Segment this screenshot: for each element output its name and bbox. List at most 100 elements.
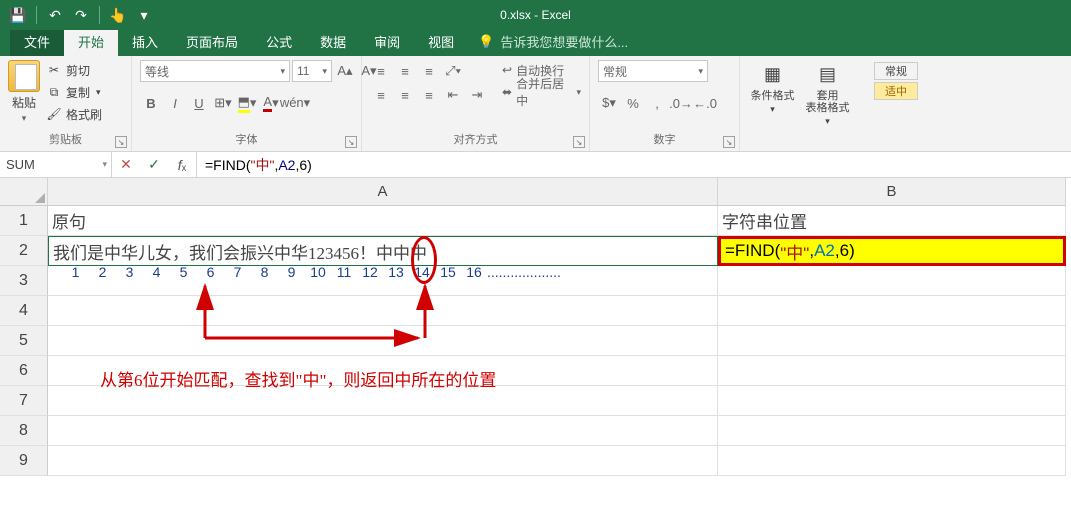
cell-A3[interactable]	[48, 266, 718, 296]
align-top-icon[interactable]: ≡	[370, 60, 392, 82]
cell-A2[interactable]: 我们是中华儿女，我们会振兴中华123456！中中中	[48, 236, 718, 266]
cell-style-neutral[interactable]: 适中	[874, 82, 918, 100]
underline-button[interactable]: U	[188, 92, 210, 114]
tab-insert[interactable]: 插入	[118, 27, 172, 56]
copy-button[interactable]: ⧉复制▾	[46, 82, 102, 102]
cell-B2[interactable]: =FIND("中",A2,6)	[718, 236, 1066, 266]
cut-button[interactable]: ✂剪切	[46, 60, 102, 80]
enter-formula-icon[interactable]: ✓	[140, 156, 168, 173]
alignment-launcher-icon[interactable]: ↘	[573, 136, 585, 148]
ribbon: 粘贴 ▾ ✂剪切 ⧉复制▾ 🖌格式刷 剪贴板 ↘ 等线▾ 11▾ A▴ A▾ B…	[0, 56, 1071, 152]
font-color-button[interactable]: A▾	[260, 92, 282, 114]
indent-increase-icon[interactable]: ⇥	[466, 84, 488, 106]
paste-label: 粘贴	[12, 94, 36, 111]
row-header-7[interactable]: 7	[0, 386, 48, 416]
format-painter-button[interactable]: 🖌格式刷	[46, 104, 102, 124]
table-format-icon: ▤	[814, 60, 842, 88]
font-name-combo[interactable]: 等线▾	[140, 60, 290, 82]
tab-review[interactable]: 审阅	[360, 27, 414, 56]
cut-label: 剪切	[66, 62, 90, 79]
tell-me-box[interactable]: 💡 告诉我您想要做什么...	[468, 27, 638, 56]
tab-view[interactable]: 视图	[414, 27, 468, 56]
row-header-1[interactable]: 1	[0, 206, 48, 236]
increase-decimal-icon[interactable]: .0→	[670, 92, 692, 114]
cell-B8[interactable]	[718, 416, 1066, 446]
tab-page-layout[interactable]: 页面布局	[172, 27, 252, 56]
orientation-icon[interactable]: ⤢▾	[442, 60, 464, 82]
wrap-icon: ↩	[502, 63, 512, 77]
select-all-corner[interactable]	[0, 178, 48, 206]
name-box[interactable]: SUM ▾	[0, 152, 112, 177]
cell-A4[interactable]	[48, 296, 718, 326]
conditional-format-icon: ▦	[759, 60, 787, 88]
tab-data[interactable]: 数据	[306, 27, 360, 56]
merge-center-button[interactable]: ⬌合并后居中▾	[502, 82, 581, 102]
cancel-formula-icon[interactable]: ✕	[112, 156, 140, 173]
phonetic-button[interactable]: wén▾	[284, 92, 306, 114]
cell-B6[interactable]	[718, 356, 1066, 386]
fill-color-button[interactable]: ⬒▾	[236, 92, 258, 114]
comma-format-icon[interactable]: ,	[646, 92, 668, 114]
row-header-6[interactable]: 6	[0, 356, 48, 386]
border-button[interactable]: ⊞▾	[212, 92, 234, 114]
clipboard-launcher-icon[interactable]: ↘	[115, 136, 127, 148]
row-header-4[interactable]: 4	[0, 296, 48, 326]
tab-formulas[interactable]: 公式	[252, 27, 306, 56]
font-launcher-icon[interactable]: ↘	[345, 136, 357, 148]
italic-button[interactable]: I	[164, 92, 186, 114]
align-right-icon[interactable]: ≡	[418, 84, 440, 106]
col-header-A[interactable]: A	[48, 178, 718, 206]
number-format-combo[interactable]: 常规▾	[598, 60, 708, 82]
format-as-table-button[interactable]: ▤ 套用 表格格式 ▾	[803, 60, 852, 127]
cell-B9[interactable]	[718, 446, 1066, 476]
cell-A1[interactable]: 原句	[48, 206, 718, 236]
touch-mode-icon[interactable]: 👆	[106, 3, 130, 27]
cell-style-normal[interactable]: 常规	[874, 62, 918, 80]
col-header-B[interactable]: B	[718, 178, 1066, 206]
redo-icon[interactable]: ↷	[69, 3, 93, 27]
cell-A6[interactable]	[48, 356, 718, 386]
conditional-format-button[interactable]: ▦ 条件格式 ▾	[748, 60, 797, 115]
font-size-combo[interactable]: 11▾	[292, 60, 332, 82]
align-middle-icon[interactable]: ≡	[394, 60, 416, 82]
undo-icon[interactable]: ↶	[43, 3, 67, 27]
save-icon[interactable]: 💾	[6, 3, 30, 27]
cell-B4[interactable]	[718, 296, 1066, 326]
number-launcher-icon[interactable]: ↘	[723, 136, 735, 148]
tab-file[interactable]: 文件	[10, 27, 64, 56]
brush-icon: 🖌	[46, 106, 62, 122]
cell-A5[interactable]	[48, 326, 718, 356]
tab-home[interactable]: 开始	[64, 27, 118, 56]
insert-function-icon[interactable]: fₓ	[168, 157, 196, 173]
name-box-value: SUM	[6, 157, 35, 172]
indent-decrease-icon[interactable]: ⇤	[442, 84, 464, 106]
increase-font-icon[interactable]: A▴	[334, 60, 356, 82]
align-bottom-icon[interactable]: ≡	[418, 60, 440, 82]
decrease-decimal-icon[interactable]: ←.0	[694, 92, 716, 114]
align-left-icon[interactable]: ≡	[370, 84, 392, 106]
cell-B1[interactable]: 字符串位置	[718, 206, 1066, 236]
cell-B3[interactable]	[718, 266, 1066, 296]
cell-B7[interactable]	[718, 386, 1066, 416]
row-header-5[interactable]: 5	[0, 326, 48, 356]
percent-format-icon[interactable]: %	[622, 92, 644, 114]
cell-A9[interactable]	[48, 446, 718, 476]
cell-A8[interactable]	[48, 416, 718, 446]
f-ref: A2	[278, 157, 295, 173]
qat-dropdown-icon[interactable]: ▾	[132, 3, 156, 27]
row-header-3[interactable]: 3	[0, 266, 48, 296]
ribbon-tabs: 文件 开始 插入 页面布局 公式 数据 审阅 视图 💡 告诉我您想要做什么...	[0, 30, 1071, 56]
formula-input[interactable]: =FIND("中",A2,6)	[197, 152, 1071, 177]
paste-button[interactable]: 粘贴 ▾	[8, 60, 40, 124]
name-box-dropdown-icon[interactable]: ▾	[102, 159, 107, 170]
row-header-9[interactable]: 9	[0, 446, 48, 476]
copy-icon: ⧉	[46, 84, 62, 100]
row-header-2[interactable]: 2	[0, 236, 48, 266]
align-center-icon[interactable]: ≡	[394, 84, 416, 106]
row-header-8[interactable]: 8	[0, 416, 48, 446]
bold-button[interactable]: B	[140, 92, 162, 114]
cell-B5[interactable]	[718, 326, 1066, 356]
copy-label: 复制	[66, 84, 90, 101]
accounting-format-icon[interactable]: $▾	[598, 92, 620, 114]
cell-A7[interactable]	[48, 386, 718, 416]
